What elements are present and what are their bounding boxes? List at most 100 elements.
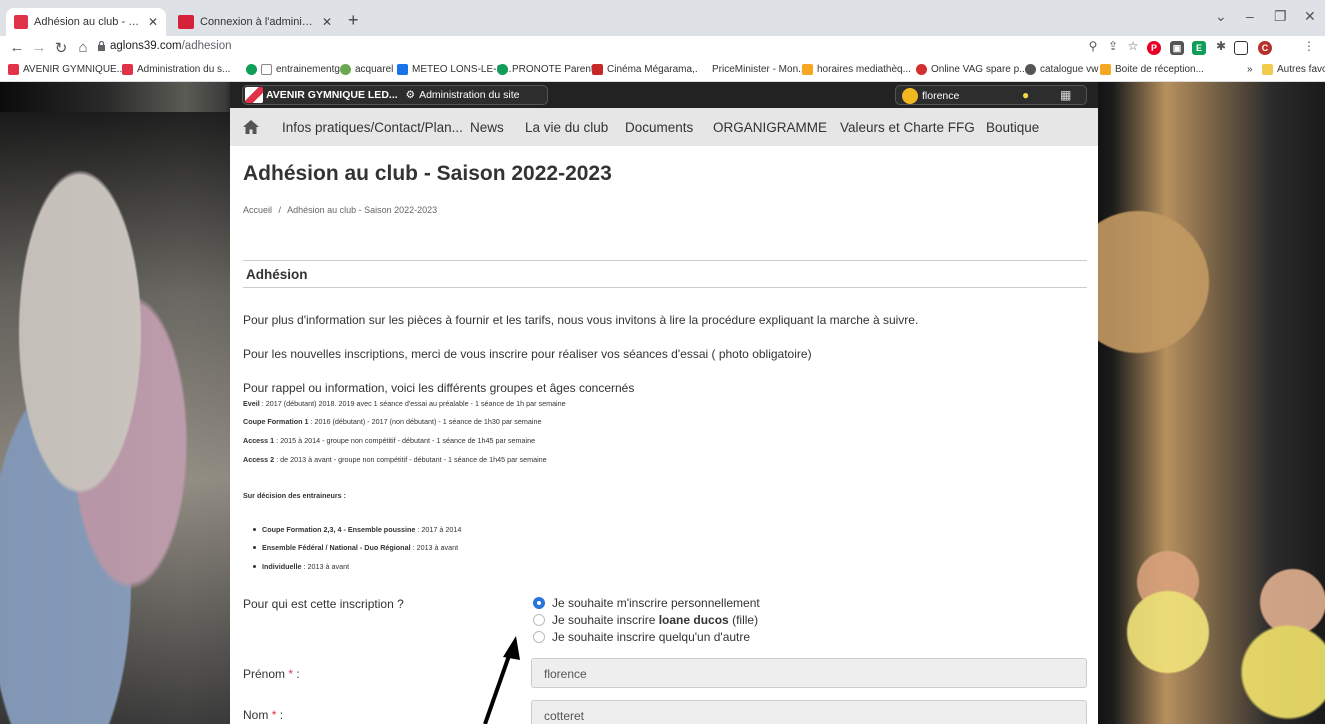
tab-adhesion[interactable]: Adhésion au club - Saison 2022- ✕	[6, 8, 166, 36]
url-field[interactable]: aglons39.com/adhesion	[110, 40, 231, 52]
list-item: Coupe Formation 2,3, 4 - Ensemble poussi…	[252, 525, 462, 534]
registration-question: Pour qui est cette inscription ?	[243, 597, 404, 611]
close-icon[interactable]: ✕	[322, 15, 332, 29]
chevron-down-icon[interactable]: ⌄	[1215, 8, 1227, 25]
favicon-icon	[697, 64, 708, 75]
folder-icon	[1262, 64, 1273, 75]
reload-icon[interactable]: ↻	[52, 39, 70, 57]
user-name[interactable]: florence	[922, 90, 959, 102]
extension-icon[interactable]: ▣	[1170, 41, 1184, 55]
club-logo[interactable]	[245, 87, 263, 103]
bookmark-item[interactable]: METEO LONS-LE-S...	[397, 64, 511, 75]
back-arrow-icon[interactable]: ←	[8, 39, 26, 56]
site-name-link[interactable]: AVENIR GYMNIQUE LED...	[266, 89, 398, 101]
bookmarks-more-button[interactable]: »	[1247, 64, 1253, 75]
user-pill: florence ● ▦	[895, 85, 1087, 105]
url-host: aglons39.com	[110, 40, 182, 52]
breadcrumb-home-link[interactable]: Accueil	[243, 205, 272, 215]
breadcrumb: Accueil / Adhésion au club - Saison 2022…	[243, 205, 437, 215]
menu-item-news[interactable]: News	[470, 120, 504, 135]
radio-button[interactable]	[533, 614, 545, 626]
radio-child[interactable]: Je souhaite inscrire loane ducos (fille)	[533, 613, 758, 627]
share-icon[interactable]: ⇪	[1104, 39, 1122, 53]
favicon-icon	[122, 64, 133, 75]
close-window-icon[interactable]: ✕	[1304, 8, 1316, 25]
menu-dots-icon[interactable]: ⋮	[1300, 39, 1318, 53]
tab-title: Adhésion au club - Saison 2022-	[34, 16, 142, 28]
zoom-icon[interactable]: ⚲	[1084, 39, 1102, 53]
bookmark-item[interactable]: PriceMinister - Mon...	[697, 64, 806, 75]
favicon-icon	[916, 64, 927, 75]
bookmark-item[interactable]: horaires mediathèq...	[802, 64, 911, 75]
tab-title: Connexion à l'administration Sp	[200, 16, 316, 28]
bookmark-item[interactable]: Administration du s...	[122, 64, 230, 75]
bookmark-item[interactable]: Cinéma Mégarama,...	[592, 64, 703, 75]
user-avatar-icon[interactable]	[902, 88, 918, 104]
close-icon[interactable]: ✕	[148, 15, 158, 29]
spip-favicon-icon	[178, 15, 194, 29]
menu-item-boutique[interactable]: Boutique	[986, 120, 1039, 135]
notification-icon[interactable]: ●	[1022, 88, 1029, 102]
bookmark-item[interactable]: Online VAG spare p...	[916, 64, 1028, 75]
address-bar: ← → ↻ ⌂ aglons39.com/adhesion ⚲ ⇪ ☆ P ▣ …	[0, 36, 1325, 60]
home-icon[interactable]: ⌂	[74, 39, 92, 56]
puzzle-icon[interactable]: ✱	[1212, 39, 1230, 53]
minimize-icon[interactable]: –	[1246, 8, 1254, 24]
calendar-icon[interactable]: ▦	[1060, 88, 1071, 102]
page-title: Adhésion au club - Saison 2022-2023	[243, 162, 612, 185]
prenom-label: Prénom * :	[243, 667, 300, 681]
maximize-icon[interactable]: ❐	[1274, 8, 1287, 25]
menu-item-infos[interactable]: Infos pratiques/Contact/Plan...	[282, 120, 463, 135]
avatar[interactable]: C	[1258, 41, 1272, 55]
new-tab-button[interactable]: +	[348, 10, 359, 31]
info-text-new-registrations: Pour les nouvelles inscriptions, merci d…	[243, 347, 812, 361]
list-item: Individuelle : 2013 à avant	[252, 562, 350, 571]
bookmark-item[interactable]: PRONOTE Parents	[497, 64, 599, 75]
menu-item-vie-du-club[interactable]: La vie du club	[525, 120, 608, 135]
page-icon	[261, 64, 272, 75]
group-line: Coupe Formation 1 : 2016 (débutant) - 20…	[243, 417, 542, 426]
sidebar-icon[interactable]	[1234, 41, 1248, 55]
bookmark-item[interactable]: entrainementgr	[246, 64, 343, 75]
radio-button-selected[interactable]	[533, 597, 545, 609]
section-title: Adhésion	[246, 267, 308, 282]
bookmark-item[interactable]: Boite de réception...	[1100, 64, 1204, 75]
admin-toolbar: AVENIR GYMNIQUE LED... ⚙ Administration d…	[230, 82, 1098, 108]
menu-item-valeurs[interactable]: Valeurs et Charte FFG	[840, 120, 975, 135]
menu-item-organigramme[interactable]: ORGANIGRAMME	[713, 120, 827, 135]
favicon-icon	[340, 64, 351, 75]
bookmark-item[interactable]: AVENIR GYMNIQUE...	[8, 64, 125, 75]
star-icon[interactable]: ☆	[1124, 39, 1142, 53]
other-bookmarks[interactable]: Autres favoris	[1262, 64, 1325, 75]
admin-link[interactable]: ⚙ Administration du site	[406, 89, 520, 101]
browser-tab-bar: Adhésion au club - Saison 2022- ✕ Connex…	[0, 0, 1325, 36]
nom-input[interactable]: cotteret	[531, 700, 1087, 724]
extension-icon[interactable]: E	[1192, 41, 1206, 55]
prenom-input[interactable]: florence	[531, 658, 1087, 688]
tab-admin-login[interactable]: Connexion à l'administration Sp ✕	[170, 8, 340, 36]
forward-arrow-icon[interactable]: →	[30, 39, 48, 56]
pinterest-icon[interactable]: P	[1147, 41, 1161, 55]
decision-label: Sur décision des entraineurs :	[243, 491, 347, 500]
site-favicon-icon	[14, 15, 28, 29]
info-text-groups: Pour rappel ou information, voici les di…	[243, 381, 635, 395]
web-page: AVENIR GYMNIQUE LED... ⚙ Administration d…	[0, 82, 1325, 724]
divider	[243, 260, 1087, 261]
menu-item-documents[interactable]: Documents	[625, 120, 693, 135]
favicon-icon	[497, 64, 508, 75]
bookmark-item[interactable]: acquarel	[340, 64, 393, 75]
radio-self[interactable]: Je souhaite m'inscrire personnellement	[533, 596, 760, 610]
gear-icon: ⚙	[405, 89, 416, 101]
group-line: Eveil : 2017 (débutant) 2018. 2019 avec …	[243, 399, 566, 408]
favicon-icon	[592, 64, 603, 75]
main-content: Infos pratiques/Contact/Plan... News La …	[230, 108, 1098, 724]
radio-other[interactable]: Je souhaite inscrire quelqu'un d'autre	[533, 630, 750, 644]
url-path: /adhesion	[181, 40, 232, 52]
info-text-procedure: Pour plus d'information sur les pièces à…	[243, 313, 919, 327]
radio-button[interactable]	[533, 631, 545, 643]
bookmark-item[interactable]: catalogue vw	[1025, 64, 1098, 75]
favicon-icon	[397, 64, 408, 75]
background-photo	[0, 112, 230, 724]
main-menu: Infos pratiques/Contact/Plan... News La …	[230, 108, 1098, 146]
home-icon[interactable]	[242, 119, 260, 135]
